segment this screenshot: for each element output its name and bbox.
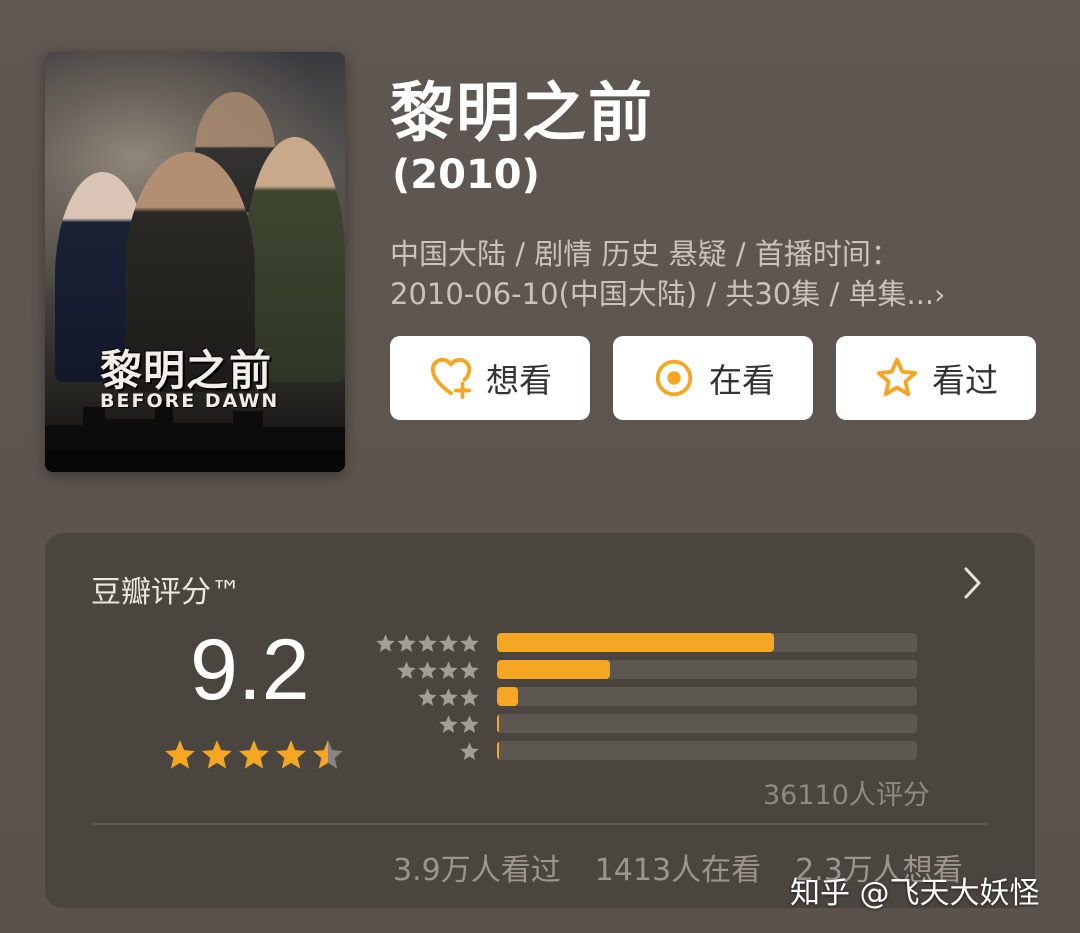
star-icon [460,634,479,652]
meta-line-2-text: 2010-06-10(中国大陆) / 共30集 / 单集... [390,277,935,311]
star-icon [418,634,437,652]
distribution-bar-fill [497,633,775,652]
poster-credits-strip [45,450,345,472]
poster-subtitle: BEFORE DAWN [100,390,280,412]
distribution-stars [375,738,480,765]
want-to-watch-button[interactable]: 想看 [390,336,590,420]
watching-count[interactable]: 1413人在看 [595,845,761,889]
distribution-bar-fill [497,714,500,733]
meta-line-2: 2010-06-10(中国大陆) / 共30集 / 单集...› [390,274,1030,315]
watermark: 知乎 @飞天大妖怪 [790,876,1040,911]
poster-title: 黎明之前 [100,346,273,395]
rating-score: 9.2 [190,622,310,718]
meta-line-1: 中国大陆 / 剧情 历史 悬疑 / 首播时间： [390,237,900,271]
rating-count: 36110人评分 [763,780,930,811]
star-icon [460,688,479,706]
star-icon [439,634,458,652]
star-icon [460,661,479,679]
star-icon [165,740,195,769]
distribution-bar-track [497,687,917,706]
divider [91,823,989,825]
star-icon [418,661,437,679]
distribution-stars [375,630,480,657]
movie-title: 黎明之前 [390,77,654,151]
star-icon [439,688,458,706]
target-circle-icon [655,359,693,397]
star-icon [439,715,458,733]
distribution-bar-fill [497,660,611,679]
watching-label: 在看 [709,361,775,400]
rating-label: 豆瓣评分™ [91,575,241,610]
want-to-watch-label: 想看 [486,361,552,400]
watching-button[interactable]: 在看 [613,336,813,420]
distribution-stars [375,657,480,684]
movie-detail-page: 黎明之前 BEFORE DAWN 黎明之前 (2010) 中国大陆 / 剧情 历… [0,0,1080,933]
star-icon [239,740,269,769]
watched-count[interactable]: 3.9万人看过 [393,845,561,889]
distribution-bar-track [497,714,917,733]
star-icon [460,715,479,733]
star-outline-icon [876,357,918,397]
distribution-stars [375,711,480,738]
watched-label: 看过 [932,361,998,400]
star-icon [439,661,458,679]
star-icon [313,740,343,769]
rating-stars [163,738,345,772]
watched-button[interactable]: 看过 [836,336,1036,420]
distribution-bar-track [497,741,917,760]
distribution-bar-fill [497,687,518,706]
movie-meta[interactable]: 中国大陆 / 剧情 历史 悬疑 / 首播时间： 2010-06-10(中国大陆)… [390,234,1030,315]
star-icon [460,742,479,760]
star-icon [202,740,232,769]
movie-poster[interactable]: 黎明之前 BEFORE DAWN [45,52,345,472]
star-icon [276,740,306,769]
distribution-bar-track [497,660,917,679]
chevron-right-icon: › [934,278,946,311]
heart-plus-icon [430,357,472,400]
chevron-right-icon[interactable] [961,563,985,603]
distribution-stars [375,684,480,711]
distribution-bar-fill [497,741,500,760]
star-icon [376,634,395,652]
star-icon [418,688,437,706]
rating-card[interactable]: 豆瓣评分™ 9.2 36110人评分 3.9万人看过 1413人在看 2.3万人… [45,533,1035,908]
distribution-bar-track [497,633,917,652]
movie-year: (2010) [392,152,540,198]
star-icon [397,634,416,652]
star-icon [397,661,416,679]
